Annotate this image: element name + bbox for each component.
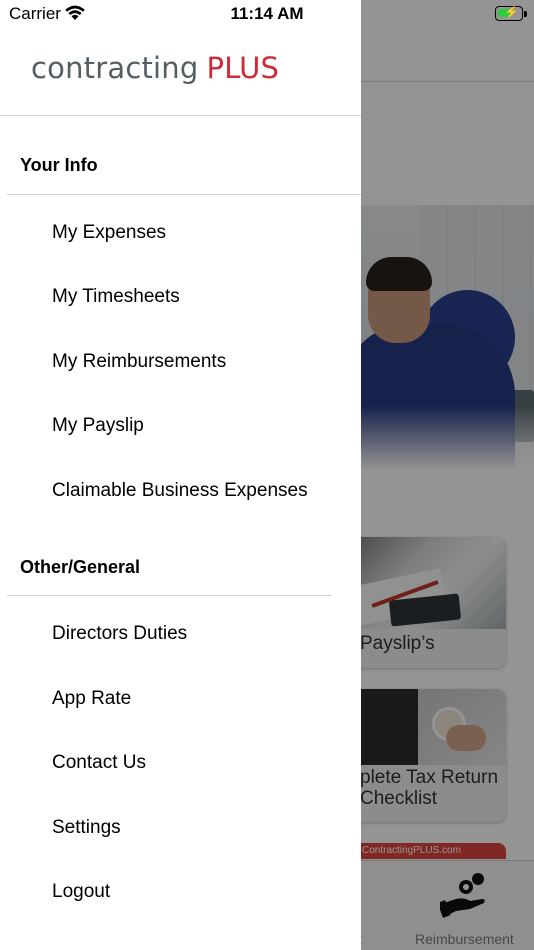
menu-item-app-rate[interactable]: App Rate xyxy=(52,688,131,710)
status-time: 11:14 AM xyxy=(230,4,304,23)
menu-item-contact-us[interactable]: Contact Us xyxy=(52,752,146,774)
menu-item-directors-duties[interactable]: Directors Duties xyxy=(52,623,187,645)
menu-item-my-reimbursements[interactable]: My Reimbursements xyxy=(52,351,226,373)
divider xyxy=(0,115,361,116)
menu-item-my-expenses[interactable]: My Expenses xyxy=(52,222,166,244)
menu-item-settings[interactable]: Settings xyxy=(52,817,121,839)
battery-icon: ⚡ xyxy=(495,5,523,21)
section-title-other-general: Other/General xyxy=(20,557,141,577)
app-logo: contracting PLUS xyxy=(31,48,279,86)
section-title-your-info: Your Info xyxy=(20,155,98,175)
menu-item-logout[interactable]: Logout xyxy=(52,881,110,903)
logo-text-accent: PLUS xyxy=(206,51,280,85)
side-drawer: contracting PLUS Your Info My Expenses My… xyxy=(0,0,361,950)
charging-bolt-icon: ⚡ xyxy=(504,5,519,19)
divider xyxy=(7,194,361,195)
logo-text-main: contracting xyxy=(31,51,199,85)
divider xyxy=(7,595,331,596)
menu-item-claimable-business-expenses[interactable]: Claimable Business Expenses xyxy=(52,480,308,502)
menu-item-my-payslip[interactable]: My Payslip xyxy=(52,415,144,437)
menu-item-my-timesheets[interactable]: My Timesheets xyxy=(52,286,180,308)
status-bar: Carrier 11:14 AM ⚡ xyxy=(0,0,534,28)
